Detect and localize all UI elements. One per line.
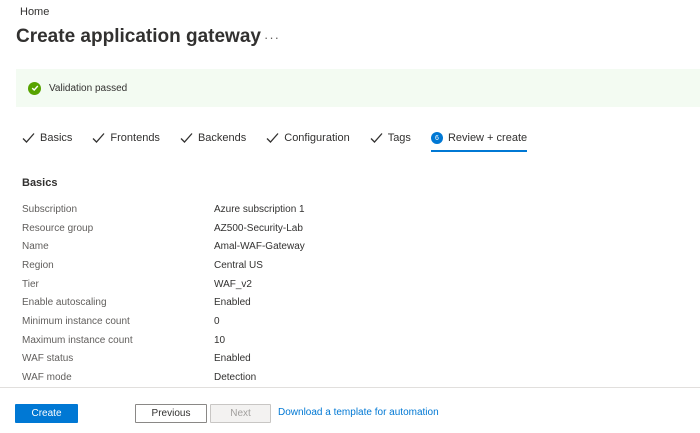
summary-row: WAF mode Detection bbox=[22, 368, 305, 387]
tab-frontends[interactable]: Frontends bbox=[92, 128, 160, 148]
tab-label: Basics bbox=[40, 132, 73, 144]
summary-row: Name Amal-WAF-Gateway bbox=[22, 237, 305, 256]
tab-label: Frontends bbox=[110, 132, 160, 144]
row-value: Enabled bbox=[214, 353, 251, 365]
section-title-basics: Basics bbox=[22, 177, 58, 189]
download-template-link[interactable]: Download a template for automation bbox=[278, 407, 439, 418]
tab-backends[interactable]: Backends bbox=[180, 128, 246, 148]
checkmark-icon bbox=[370, 133, 383, 143]
summary-row: Region Central US bbox=[22, 256, 305, 275]
tab-review-create[interactable]: 6 Review + create bbox=[430, 128, 528, 152]
row-value: 10 bbox=[214, 334, 226, 346]
footer-divider bbox=[0, 387, 700, 388]
row-key: Tier bbox=[22, 278, 39, 290]
checkmark-icon bbox=[266, 133, 279, 143]
row-value: AZ500-Security-Lab bbox=[214, 222, 303, 234]
row-value: Central US bbox=[214, 259, 263, 271]
row-value: WAF_v2 bbox=[214, 278, 252, 290]
tab-label: Tags bbox=[387, 132, 411, 144]
validation-message: Validation passed bbox=[49, 82, 128, 94]
next-button[interactable]: Next bbox=[210, 404, 271, 423]
tab-label: Configuration bbox=[284, 132, 350, 144]
row-value: 0 bbox=[214, 315, 220, 327]
row-key: Maximum instance count bbox=[22, 334, 133, 346]
checkmark-icon bbox=[22, 133, 35, 143]
row-key: WAF mode bbox=[22, 372, 72, 384]
row-value: Detection bbox=[214, 372, 257, 384]
tab-basics[interactable]: Basics bbox=[22, 128, 72, 148]
more-options-icon[interactable]: ··· bbox=[264, 30, 280, 45]
summary-row: WAF status Enabled bbox=[22, 350, 305, 369]
summary-row: Minimum instance count 0 bbox=[22, 312, 305, 331]
validation-banner: Validation passed bbox=[16, 69, 700, 107]
tab-label: Backends bbox=[197, 132, 247, 144]
summary-list: Subscription Azure subscription 1 Resourc… bbox=[22, 200, 305, 387]
check-circle-icon bbox=[28, 81, 41, 95]
row-key: Name bbox=[22, 241, 49, 253]
step-number-badge: 6 bbox=[430, 132, 443, 144]
tab-configuration[interactable]: Configuration bbox=[266, 128, 350, 148]
summary-row: Enable autoscaling Enabled bbox=[22, 293, 305, 312]
row-value: Amal-WAF-Gateway bbox=[214, 241, 305, 253]
row-key: Resource group bbox=[22, 222, 94, 234]
previous-button[interactable]: Previous bbox=[135, 404, 207, 423]
checkmark-icon bbox=[92, 133, 105, 143]
row-key: Region bbox=[22, 259, 54, 271]
summary-row: Tier WAF_v2 bbox=[22, 275, 305, 294]
breadcrumb-home[interactable]: Home bbox=[20, 6, 49, 18]
tab-label: Review + create bbox=[447, 132, 528, 144]
page-title: Create application gateway bbox=[16, 26, 261, 47]
tab-tags[interactable]: Tags bbox=[370, 128, 411, 148]
row-key: WAF status bbox=[22, 353, 74, 365]
summary-row: Resource group AZ500-Security-Lab bbox=[22, 219, 305, 238]
summary-row: Subscription Azure subscription 1 bbox=[22, 200, 305, 219]
create-app-gateway-page: Home Create application gateway ··· Vali… bbox=[0, 0, 700, 433]
create-button[interactable]: Create bbox=[15, 404, 78, 423]
row-key: Minimum instance count bbox=[22, 315, 130, 327]
row-value: Azure subscription 1 bbox=[214, 203, 305, 215]
wizard-tabs: Basics Frontends Backends Configuration … bbox=[22, 128, 547, 152]
row-key: Subscription bbox=[22, 203, 78, 215]
row-key: Enable autoscaling bbox=[22, 297, 107, 309]
checkmark-icon bbox=[180, 133, 193, 143]
summary-row: Maximum instance count 10 bbox=[22, 331, 305, 350]
row-value: Enabled bbox=[214, 297, 251, 309]
